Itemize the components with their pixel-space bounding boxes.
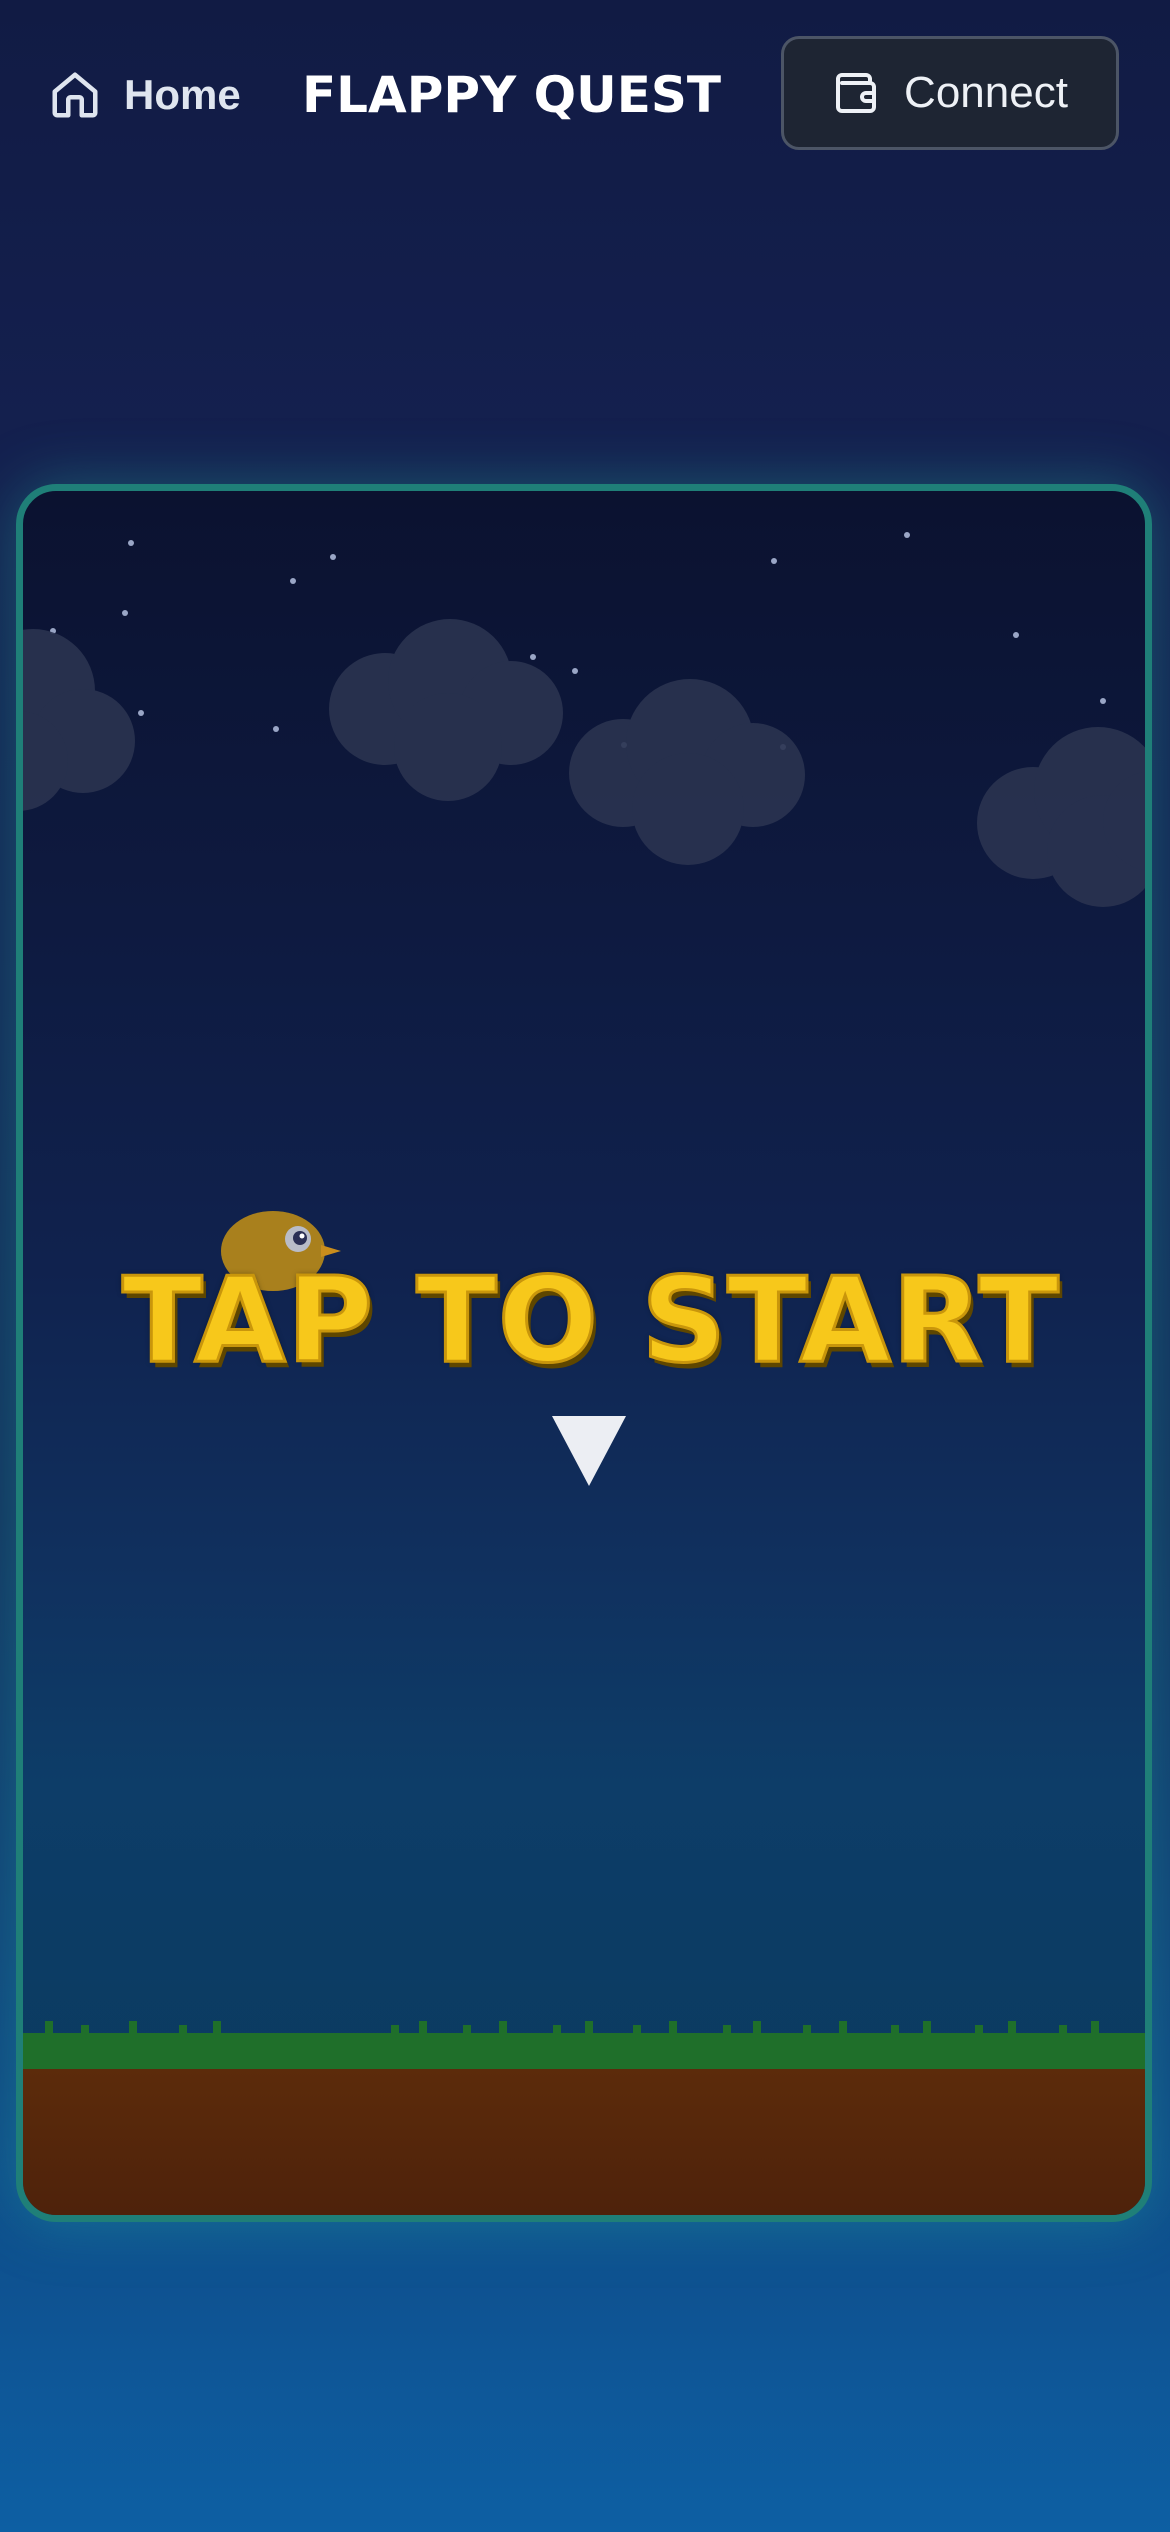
home-link[interactable]: Home xyxy=(48,62,241,128)
cloud xyxy=(977,727,1145,907)
tap-to-start-prompt: TAP TO START xyxy=(121,1250,1061,1391)
game-canvas[interactable]: TAP TO START xyxy=(16,484,1152,2222)
home-icon xyxy=(48,68,102,122)
down-triangle-icon xyxy=(552,1416,626,1486)
wallet-icon xyxy=(832,69,880,117)
connect-wallet-button[interactable]: Connect xyxy=(781,36,1119,150)
stars xyxy=(50,532,1106,750)
cloud xyxy=(569,679,805,865)
home-label: Home xyxy=(124,71,241,118)
cloud xyxy=(329,619,563,801)
clouds xyxy=(23,619,1145,907)
ground xyxy=(23,2021,1145,2215)
app-title: FLAPPY QUEST xyxy=(302,66,721,124)
connect-label: Connect xyxy=(904,68,1068,117)
cloud xyxy=(23,629,135,811)
top-nav: Home FLAPPY QUEST Connect xyxy=(0,0,1170,190)
